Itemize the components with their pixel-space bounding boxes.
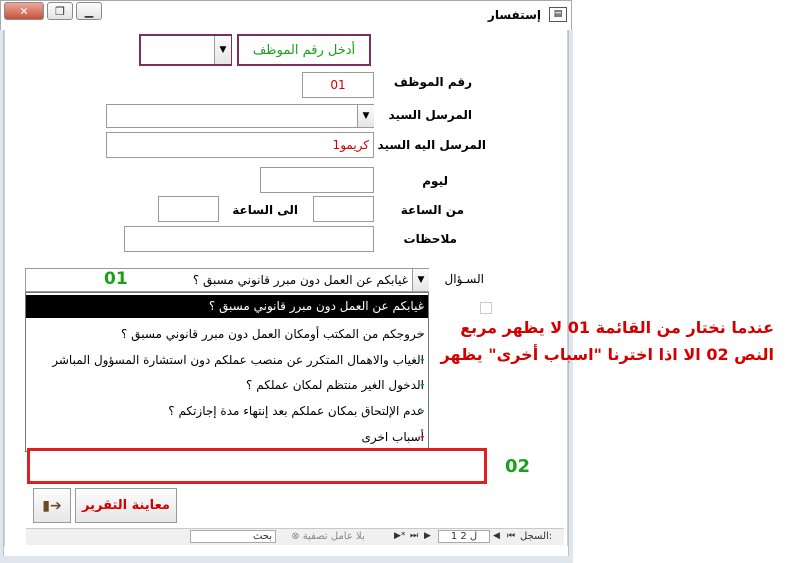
day-field[interactable] bbox=[260, 167, 374, 193]
from-time-field[interactable] bbox=[313, 196, 374, 222]
dropdown-option[interactable]: عدم الإلتحاق بمكان عملكم بعد إنتهاء مدة … bbox=[26, 400, 428, 423]
annotation-01-top: 01 bbox=[104, 269, 128, 289]
option-marker: - bbox=[420, 430, 425, 443]
chevron-down-icon[interactable]: ▼ bbox=[357, 105, 374, 127]
next-record-button[interactable]: ▶ bbox=[424, 531, 431, 541]
employee-number-label: رقم الموظف bbox=[393, 75, 472, 89]
employee-number-field[interactable]: 01 bbox=[302, 72, 374, 98]
to-time-field[interactable] bbox=[158, 196, 219, 222]
close-button[interactable]: ✕ bbox=[4, 2, 44, 20]
option-marker: - bbox=[420, 353, 425, 366]
question-dropdown[interactable]: غيابكم عن العمل دون مبرر قانوني مسبق ؟ خ… bbox=[25, 292, 429, 452]
record-label: السجل: bbox=[520, 531, 553, 542]
first-record-button[interactable]: ⏮ bbox=[507, 531, 515, 541]
option-marker: - bbox=[420, 404, 425, 417]
record-position[interactable]: 1 ل 2 bbox=[438, 530, 490, 543]
dropdown-option[interactable]: خروجكم من المكتب أومكان العمل دون مبرر ق… bbox=[26, 323, 428, 346]
minimize-button[interactable]: ▁ bbox=[76, 2, 102, 20]
annotation-note: عندما نختار من القائمة 01 لا يظهر مربع ا… bbox=[440, 318, 774, 364]
filter-icon: ⊗ bbox=[291, 531, 303, 542]
window-frame-right bbox=[568, 30, 573, 563]
form-icon: ▤ bbox=[549, 7, 567, 22]
preview-report-button[interactable]: معاينة التقرير bbox=[75, 488, 177, 523]
from-time-label: من الساعة bbox=[400, 203, 464, 217]
notes-label: ملاحظات bbox=[403, 232, 457, 246]
to-time-label: الى الساعة bbox=[232, 203, 298, 217]
exit-button[interactable]: ▮➔ bbox=[33, 488, 71, 523]
notes-field[interactable] bbox=[124, 226, 374, 252]
option-marker: - bbox=[420, 300, 425, 313]
previous-record-button[interactable]: ◀ bbox=[493, 531, 500, 541]
dropdown-option[interactable]: غيابكم عن العمل دون مبرر قانوني مسبق ؟ bbox=[26, 295, 428, 318]
checkbox[interactable] bbox=[480, 302, 492, 314]
chevron-down-icon[interactable]: ▼ bbox=[412, 269, 429, 291]
option-marker: - bbox=[420, 378, 425, 391]
sender-label: المرسل السيد bbox=[388, 108, 472, 122]
other-reason-field[interactable] bbox=[27, 448, 487, 484]
restore-button[interactable]: ❐ bbox=[47, 2, 73, 20]
question-combo[interactable]: 01 غيابكم عن العمل دون مبرر قانوني مسبق … bbox=[25, 268, 429, 292]
last-record-button[interactable]: ⏭ bbox=[410, 531, 418, 541]
chevron-down-icon[interactable]: ▼ bbox=[214, 36, 231, 64]
recipient-field[interactable]: كريمو1 bbox=[106, 132, 374, 158]
window-frame-bottom bbox=[0, 556, 573, 563]
search-field[interactable]: بحث bbox=[190, 530, 276, 543]
record-navigation-bar: السجل: ⏮ ◀ 1 ل 2 ▶ ⏭ ▶* ⊗ بلا عامل تصفية… bbox=[26, 528, 564, 545]
filter-indicator[interactable]: ⊗ بلا عامل تصفية bbox=[278, 531, 378, 542]
day-label: ليوم bbox=[422, 174, 448, 188]
recipient-label: المرسل اليه السيد bbox=[377, 138, 486, 152]
question-selected: غيابكم عن العمل دون مبرر قانوني مسبق ؟ bbox=[192, 273, 408, 287]
new-record-button[interactable]: ▶* bbox=[394, 531, 405, 541]
window-title: إستفسار bbox=[487, 8, 541, 22]
employee-combo[interactable]: ▼ bbox=[139, 34, 232, 66]
exit-door-icon: ▮➔ bbox=[42, 497, 62, 514]
dropdown-option[interactable]: الدخول الغير منتظم لمكان عملكم ؟ bbox=[26, 374, 428, 397]
sender-combo[interactable]: ▼ bbox=[106, 104, 374, 128]
option-marker: - bbox=[420, 327, 425, 340]
dropdown-option[interactable]: أسباب اخرى bbox=[26, 426, 428, 449]
annotation-02: 02 bbox=[505, 456, 531, 477]
employee-number-prompt: أدخل رقم الموظف bbox=[237, 34, 371, 66]
dropdown-option[interactable]: الغياب والاهمال المتكرر عن منصب عملكم دو… bbox=[26, 349, 428, 372]
